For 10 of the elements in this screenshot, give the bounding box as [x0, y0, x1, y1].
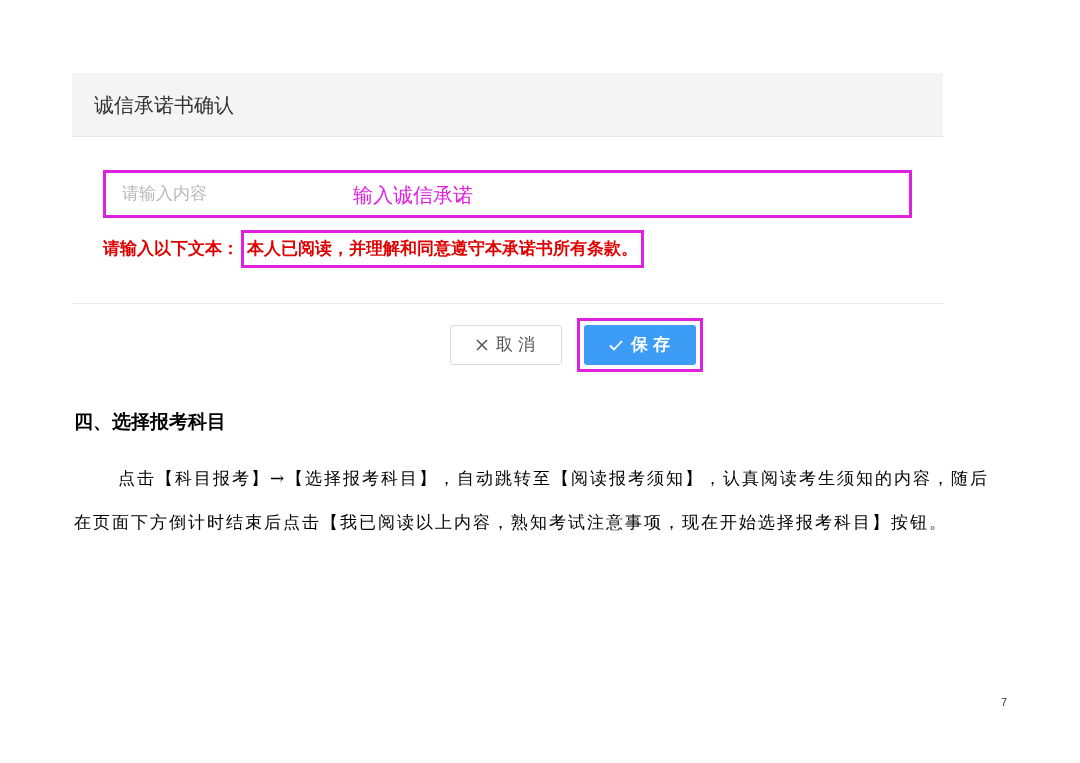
hint-label: 请输入以下文本： — [103, 238, 239, 261]
body-paragraph: 点击【科目报考】→【选择报考科目】，自动跳转至【阅读报考须知】，认真阅读考生须知的内容，随后在页面下方倒计时结束后点击【我已阅读以上内容，熟知考试注意事项，现在开始选择报考科目】按钮。 — [74, 467, 991, 534]
section-heading: 四、选择报考科目 — [74, 410, 226, 434]
check-icon — [609, 339, 624, 351]
annotation-text: 输入诚信承诺 — [353, 183, 473, 208]
cancel-button[interactable]: 取 消 — [449, 325, 562, 365]
close-icon — [476, 339, 489, 351]
hint-text: 本人已阅读，并理解和同意遵守本承诺书所有条款。 — [241, 230, 644, 268]
page-number: 7 — [1001, 695, 1008, 710]
dialog-title: 诚信承诺书确认 — [94, 92, 234, 118]
